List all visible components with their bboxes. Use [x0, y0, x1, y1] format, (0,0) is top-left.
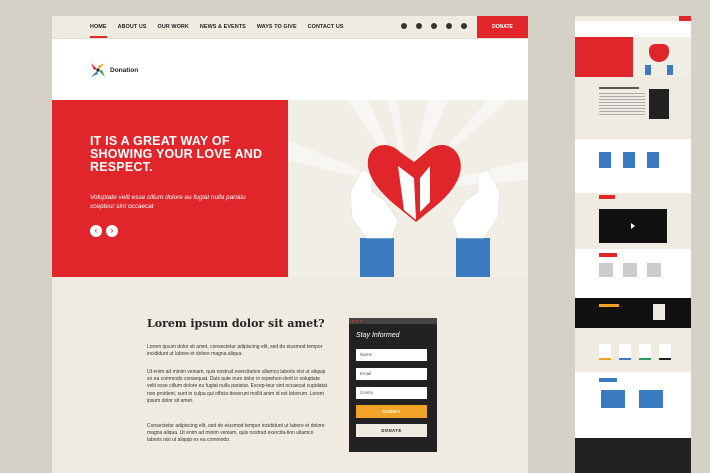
widget-title: Stay Informed [356, 332, 400, 339]
thumb-video-section [575, 193, 691, 249]
top-nav: HOME ABOUT US OUR WORK NEWS & EVENTS WAY… [52, 16, 528, 39]
thumb-news-section [575, 372, 691, 438]
location-icon[interactable] [431, 23, 437, 29]
logo-text: Donation [110, 66, 139, 74]
slider-next-button[interactable]: › [106, 225, 118, 237]
content-paragraph-2: Ut enim ad minim veniam, quis nostrud ex… [147, 369, 328, 404]
thumb-footer [575, 438, 691, 473]
thumb-cta-band [575, 298, 691, 328]
hero-red-panel: IT IS A GREAT WAY OF SHOWING YOUR LOVE A… [52, 100, 288, 277]
thumb-ways-section [575, 328, 691, 372]
nav-contact[interactable]: CONTACT US [308, 16, 344, 38]
hands-heart-illustration [288, 100, 528, 277]
country-field[interactable]: Contry [356, 387, 427, 399]
content-title: Lorem ipsum dolor sit amet? [147, 317, 325, 330]
nav-links: HOME ABOUT US OUR WORK NEWS & EVENTS WAY… [90, 16, 355, 38]
widget-titlebar [349, 318, 437, 324]
hero-subtitle: Voluptate velit esse cillum dolore eu fu… [90, 194, 246, 210]
window-dot-icon [360, 320, 362, 322]
logo-mark-icon [91, 63, 105, 77]
window-dot-icon [352, 320, 354, 322]
thumb-hero [575, 37, 691, 77]
content-section: Lorem ipsum dolor sit amet? Lorem ipsum … [52, 277, 528, 473]
nav-our-work[interactable]: OUR WORK [158, 16, 189, 38]
widget-donate-button[interactable]: DONATE [356, 424, 427, 437]
header: Donation [52, 39, 528, 100]
nav-icons [401, 23, 467, 29]
window-dot-icon [356, 320, 358, 322]
nav-news-events[interactable]: NEWS & EVENTS [200, 16, 246, 38]
nav-home[interactable]: HOME [90, 16, 107, 38]
nav-about[interactable]: ABOUT US [118, 16, 147, 38]
slider-prev-button[interactable]: ‹ [90, 225, 102, 237]
name-field[interactable]: Name [356, 349, 427, 361]
thumb-intro-section [575, 77, 691, 139]
nav-ways-to-give[interactable]: WAYS TO GIVE [257, 16, 297, 38]
phone-icon[interactable] [416, 23, 422, 29]
stay-informed-widget: Stay Informed Name Email Contry SUBMIT D… [349, 318, 437, 452]
submit-button[interactable]: SUBMIT [356, 405, 427, 418]
donate-button[interactable]: DONATE [477, 16, 528, 38]
hero-banner: IT IS A GREAT WAY OF SHOWING YOUR LOVE A… [52, 100, 528, 277]
logo[interactable]: Donation [90, 62, 138, 78]
user-icon[interactable] [401, 23, 407, 29]
hero-title: IT IS A GREAT WAY OF SHOWING YOUR LOVE A… [90, 134, 263, 174]
full-page-thumbnail [575, 16, 691, 473]
content-paragraph-1: Lorem ipsum dolor sit amet, consectetur … [147, 344, 323, 358]
video-icon[interactable] [446, 23, 452, 29]
content-paragraph-3: Consectetur adipiscing elit, sed do eius… [147, 423, 325, 444]
chat-icon[interactable] [461, 23, 467, 29]
email-field[interactable]: Email [356, 368, 427, 380]
thumb-header [575, 21, 691, 37]
thumb-events-section [575, 249, 691, 298]
thumb-programs-section [575, 139, 691, 193]
main-page-preview: HOME ABOUT US OUR WORK NEWS & EVENTS WAY… [52, 16, 528, 473]
